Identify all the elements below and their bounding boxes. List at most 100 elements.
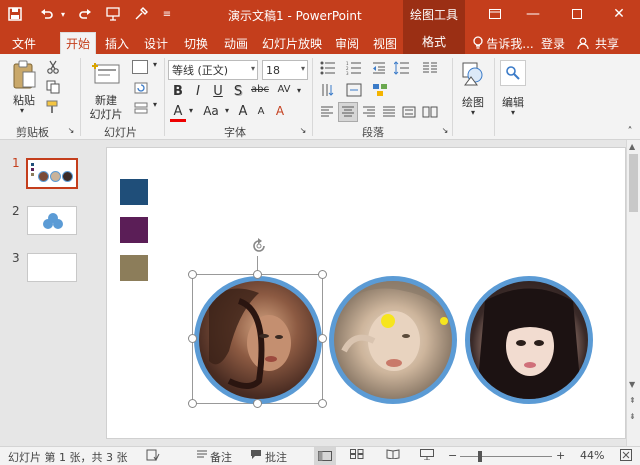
reading-view-icon[interactable] [386, 449, 400, 459]
close-icon[interactable]: ✕ [604, 3, 634, 25]
rotate-handle-icon[interactable] [249, 236, 269, 256]
minimize-icon[interactable]: — [518, 3, 548, 25]
normal-view-icon[interactable] [314, 447, 336, 465]
format-painter-icon[interactable] [44, 98, 62, 116]
section-dropdown-icon[interactable]: ▾ [150, 100, 160, 109]
spellcheck-icon[interactable] [146, 449, 160, 461]
prev-slide-icon[interactable]: ⇞ [629, 396, 636, 405]
zoom-slider-track[interactable] [460, 456, 552, 457]
color-swatch-khaki[interactable] [120, 255, 148, 281]
tab-home[interactable]: 开始 [60, 32, 96, 54]
slide-thumbnail-2[interactable] [27, 206, 77, 235]
scroll-thumb[interactable] [629, 154, 638, 212]
customize-qat-icon[interactable]: ≡ [158, 5, 176, 23]
tab-format[interactable]: 格式 [403, 29, 465, 54]
grow-font-button[interactable]: A [236, 104, 250, 119]
tab-file[interactable]: 文件 [4, 32, 44, 54]
clear-format-button[interactable]: A [272, 104, 288, 118]
align-right-icon[interactable] [360, 104, 378, 120]
comments-icon[interactable] [250, 449, 262, 460]
distributed-icon[interactable] [400, 104, 418, 120]
italic-button[interactable]: I [190, 84, 206, 99]
vertical-scrollbar[interactable]: ▲ ▼ ⇞ ⇟ [626, 140, 640, 446]
tab-design[interactable]: 设计 [138, 32, 174, 54]
justify-icon[interactable] [380, 104, 398, 120]
slide-sorter-icon[interactable] [350, 449, 364, 459]
shadow-button[interactable]: S [230, 84, 246, 99]
bullets-icon[interactable] [318, 60, 338, 76]
eyedropper-icon[interactable] [132, 5, 150, 23]
scroll-down-icon[interactable]: ▼ [629, 380, 635, 389]
char-spacing-dropdown-icon[interactable]: ▾ [295, 86, 303, 95]
tab-animations[interactable]: 动画 [218, 32, 254, 54]
zoom-slider-thumb[interactable] [478, 451, 482, 462]
tab-slideshow[interactable]: 幻灯片放映 [258, 32, 326, 54]
resize-handle-se[interactable] [318, 399, 327, 408]
slide-thumbnail-3[interactable] [27, 253, 77, 282]
scroll-up-icon[interactable]: ▲ [629, 142, 635, 151]
layout-icon[interactable] [132, 60, 148, 74]
fit-slide-icon[interactable] [620, 449, 632, 461]
photo-circle-2[interactable] [329, 276, 457, 404]
redo-icon[interactable] [76, 5, 94, 23]
tab-review[interactable]: 审阅 [330, 32, 364, 54]
photo-circle-3[interactable] [465, 276, 593, 404]
font-color-dropdown-icon[interactable]: ▾ [187, 106, 195, 115]
resize-handle-ne[interactable] [318, 270, 327, 279]
share-button[interactable]: 共享 [592, 32, 622, 54]
bold-button[interactable]: B [170, 84, 186, 99]
slideshow-view-icon[interactable] [420, 449, 434, 460]
notes-button[interactable]: 备注 [210, 449, 232, 465]
editing-dropdown-icon[interactable]: ▾ [508, 108, 518, 117]
columns-icon[interactable] [420, 60, 440, 76]
column-layout-icon[interactable] [420, 104, 440, 120]
undo-dropdown-icon[interactable]: ▾ [54, 5, 72, 23]
shrink-font-button[interactable]: A [254, 106, 268, 117]
section-icon[interactable] [132, 100, 150, 116]
zoom-in-icon[interactable]: + [556, 449, 565, 462]
align-left-icon[interactable] [318, 104, 336, 120]
underline-button[interactable]: U [210, 84, 226, 99]
color-swatch-navy[interactable] [120, 179, 148, 205]
cut-icon[interactable] [44, 58, 62, 76]
align-text-icon[interactable] [344, 82, 364, 98]
color-swatch-plum[interactable] [120, 217, 148, 243]
editing-search-icon[interactable] [500, 60, 526, 86]
tab-view[interactable]: 视图 [368, 32, 402, 54]
change-case-dropdown-icon[interactable]: ▾ [223, 106, 231, 115]
drawing-shapes-icon[interactable] [460, 60, 486, 88]
save-icon[interactable] [6, 5, 24, 23]
change-case-button[interactable]: Aa [200, 104, 222, 118]
ribbon-display-icon[interactable] [480, 3, 510, 25]
start-slideshow-icon[interactable] [104, 5, 122, 23]
resize-handle-s[interactable] [253, 399, 262, 408]
font-color-button[interactable]: A [170, 104, 186, 122]
slide-canvas[interactable] [106, 147, 626, 439]
font-name-select[interactable]: 等线 (正文) ▾ [168, 60, 258, 80]
photo-circle-1[interactable] [194, 276, 322, 404]
resize-handle-n[interactable] [253, 270, 262, 279]
next-slide-icon[interactable]: ⇟ [629, 412, 636, 421]
collapse-ribbon-icon[interactable]: ˄ [624, 126, 636, 137]
resize-handle-w[interactable] [188, 334, 197, 343]
zoom-out-icon[interactable]: − [448, 449, 457, 462]
drawing-dropdown-icon[interactable]: ▾ [468, 108, 478, 117]
paste-dropdown-icon[interactable]: ▾ [14, 106, 30, 115]
layout-dropdown-icon[interactable]: ▾ [150, 60, 160, 69]
notes-icon[interactable] [196, 449, 208, 459]
line-spacing-icon[interactable] [392, 60, 412, 76]
smartart-icon[interactable] [370, 82, 390, 98]
strikethrough-button[interactable]: abc [250, 84, 270, 95]
comments-button[interactable]: 批注 [265, 449, 287, 465]
tab-insert[interactable]: 插入 [100, 32, 134, 54]
new-slide-label-2[interactable]: 幻灯片 [84, 106, 128, 122]
tab-transitions[interactable]: 切换 [178, 32, 214, 54]
text-direction-icon[interactable] [318, 82, 338, 98]
paragraph-launcher-icon[interactable]: ↘ [440, 126, 450, 135]
resize-handle-sw[interactable] [188, 399, 197, 408]
login-link[interactable]: 登录 [538, 32, 568, 54]
maximize-icon[interactable] [562, 3, 592, 25]
align-center-icon[interactable] [338, 102, 358, 122]
paste-icon[interactable] [10, 60, 38, 90]
tell-me-input[interactable]: 告诉我... [486, 32, 534, 54]
